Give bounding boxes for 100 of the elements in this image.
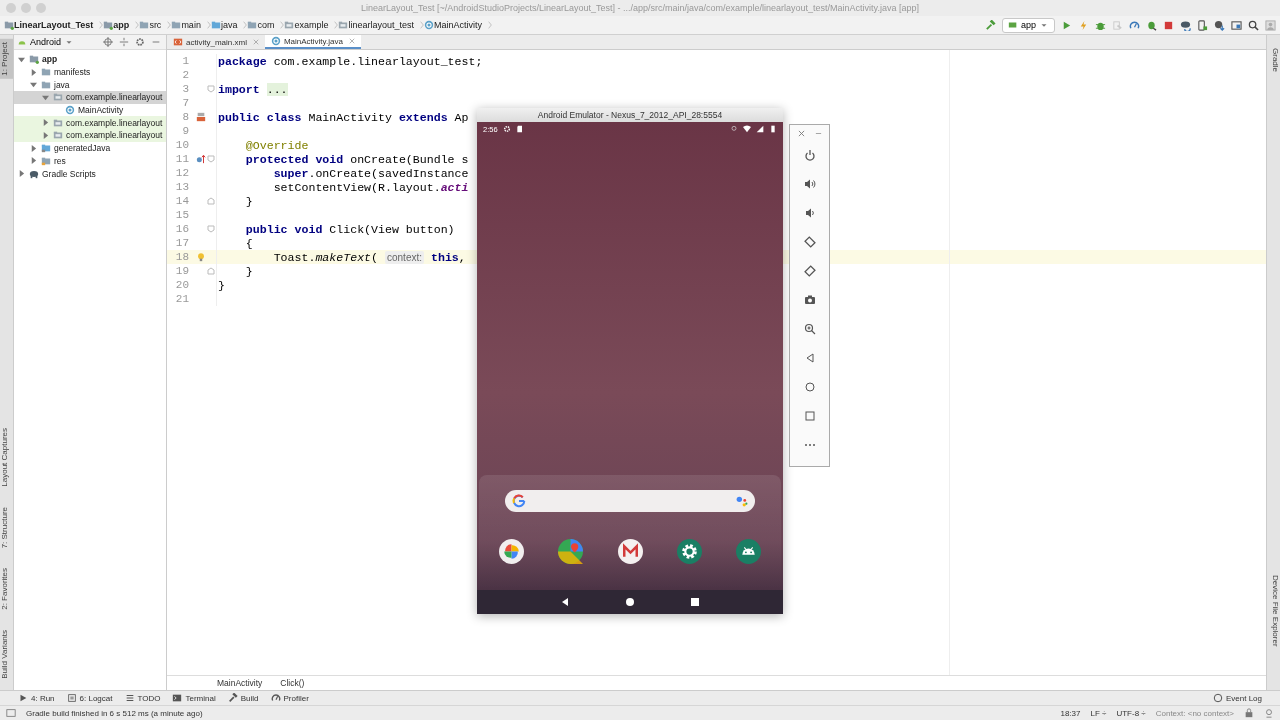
hammer-icon[interactable] [984,19,996,31]
class-icon [424,20,434,30]
line-number: 16 [174,223,189,235]
volume-down-icon[interactable] [803,207,816,219]
tree-item[interactable]: Gradle Scripts [14,167,166,180]
volume-up-icon[interactable] [803,178,816,190]
folder-icon [41,79,51,90]
package-icon [53,117,63,128]
caret-position[interactable]: 18:37 [1060,708,1081,718]
line-separator[interactable]: LF ÷ [1090,708,1107,718]
breadcrumb-item[interactable]: MainActivity [434,20,482,30]
override-icon[interactable] [196,154,206,164]
tool-window-tab[interactable]: Gradle [1267,45,1280,75]
phone-icon[interactable] [1197,19,1208,31]
code-line: public class MainActivity extends Ap [217,110,469,124]
breadcrumb-item[interactable]: src [149,20,162,30]
tool-window-button[interactable]: TODO [124,693,161,703]
rotate-left-icon[interactable] [803,236,816,248]
tool-window-button[interactable]: 4: Run [18,693,55,703]
close-icon[interactable] [797,130,805,137]
bug-icon[interactable] [1146,19,1157,31]
breadcrumb-item[interactable]: app [113,20,130,30]
tool-window-button[interactable]: Terminal [172,693,216,703]
breadcrumb-item[interactable]: example [294,20,329,30]
tree-item[interactable]: res [14,154,166,168]
signal-icon [756,125,764,133]
breadcrumb-item[interactable]: main [181,20,201,30]
overview-button[interactable] [690,597,700,607]
fold-marker-icon[interactable] [207,155,215,163]
breadcrumb-item[interactable]: java [220,20,238,30]
code-breadcrumb[interactable]: Click() [280,678,305,688]
breadcrumb-item[interactable]: linearlayout_test [348,20,414,30]
settings-icon[interactable] [135,37,145,47]
fold-marker-icon[interactable] [207,85,215,93]
tool-window-tab[interactable]: Build Variants [0,627,13,682]
envelope-icon[interactable] [617,539,643,564]
hammer-icon [227,693,238,703]
lightbulb-icon[interactable] [196,252,206,262]
run-configuration-dropdown[interactable]: app [1001,17,1055,33]
tool-window-tab[interactable]: Layout Captures [0,425,13,491]
breadcrumb-item[interactable]: LinearLayout_Test [14,20,94,30]
pinwheel-icon[interactable] [499,539,524,564]
code-line: import ... [217,82,288,96]
code-line: protected void onCreate(Bundle s [244,152,469,166]
tree-item[interactable]: com.example.linearlayout [14,91,166,104]
crosshair-icon[interactable] [103,37,113,47]
close-icon[interactable] [348,38,355,44]
tree-item[interactable]: com.example.linearlayout [14,129,166,142]
gauge-icon [270,693,281,703]
gear-icon[interactable] [676,539,702,564]
overview-icon[interactable] [803,410,816,422]
tool-window-button[interactable]: Event Log [1212,693,1262,703]
fold-marker-icon[interactable] [207,197,215,205]
rotate-right-icon[interactable] [803,265,816,277]
back-button[interactable] [560,597,570,607]
tree-item[interactable]: com.example.linearlayout [14,116,166,130]
camera-icon[interactable] [803,294,816,306]
tool-window-button[interactable]: Build [227,693,259,703]
project-structure-icon[interactable] [1231,19,1242,31]
fold-marker-icon[interactable] [207,225,215,233]
file-encoding[interactable]: UTF-8 ÷ [1116,708,1146,718]
tree-item[interactable]: MainActivity [14,103,166,117]
editor-tab[interactable]: MainActivity.java [264,35,361,49]
layout-marker-icon[interactable] [196,112,206,122]
code-breadcrumb[interactable]: MainActivity [217,678,263,688]
tree-item[interactable]: manifests [14,65,166,79]
zoom-icon[interactable] [803,323,816,335]
window-title: LinearLayout_Test [~/AndroidStudioProjects/LinearLayout_Test] - .../app/src/main/java/com/example/linearlayout_test/MainActivity.java [app] [361,3,919,13]
line-number: 20 [174,279,189,291]
tool-window-button[interactable]: Profiler [270,693,309,703]
power-icon[interactable] [803,149,816,161]
home-icon[interactable] [803,381,816,393]
chevron-icon [135,20,140,30]
breadcrumb-item[interactable]: com [257,20,275,30]
editor-tab[interactable]: activity_main.xml [167,35,265,49]
android-icon[interactable] [736,539,761,564]
gauge-icon[interactable] [1129,19,1140,31]
minimize-icon[interactable] [814,130,822,137]
tool-window-tab[interactable]: 1: Project [0,39,13,79]
tree-item[interactable]: generatedJava [14,141,166,155]
tool-window-tab[interactable]: 7: Structure [0,504,13,552]
search-icon[interactable] [1248,19,1259,31]
folder-icon [139,20,150,30]
assistant-icon[interactable] [735,494,748,508]
fold-marker-icon[interactable] [207,267,215,275]
line-number: 8 [181,111,189,123]
lock-icon[interactable] [1244,708,1254,718]
tool-window-tab[interactable]: 2: Favorites [0,565,13,614]
tree-item[interactable]: app [14,53,166,66]
tree-item[interactable]: java [14,78,166,92]
layout-file-icon [173,37,183,47]
stop-icon[interactable] [1163,19,1174,31]
map-icon[interactable] [558,539,584,564]
tool-window-tab[interactable]: Device File Explorer [1267,572,1280,650]
panel-toggle-icon[interactable] [6,708,16,718]
tool-window-button[interactable]: 6: Logcat [66,693,113,703]
run-icon[interactable] [1061,19,1072,31]
download-icon[interactable] [1214,19,1225,31]
home-button[interactable] [625,597,635,607]
search-bar[interactable] [505,490,755,512]
